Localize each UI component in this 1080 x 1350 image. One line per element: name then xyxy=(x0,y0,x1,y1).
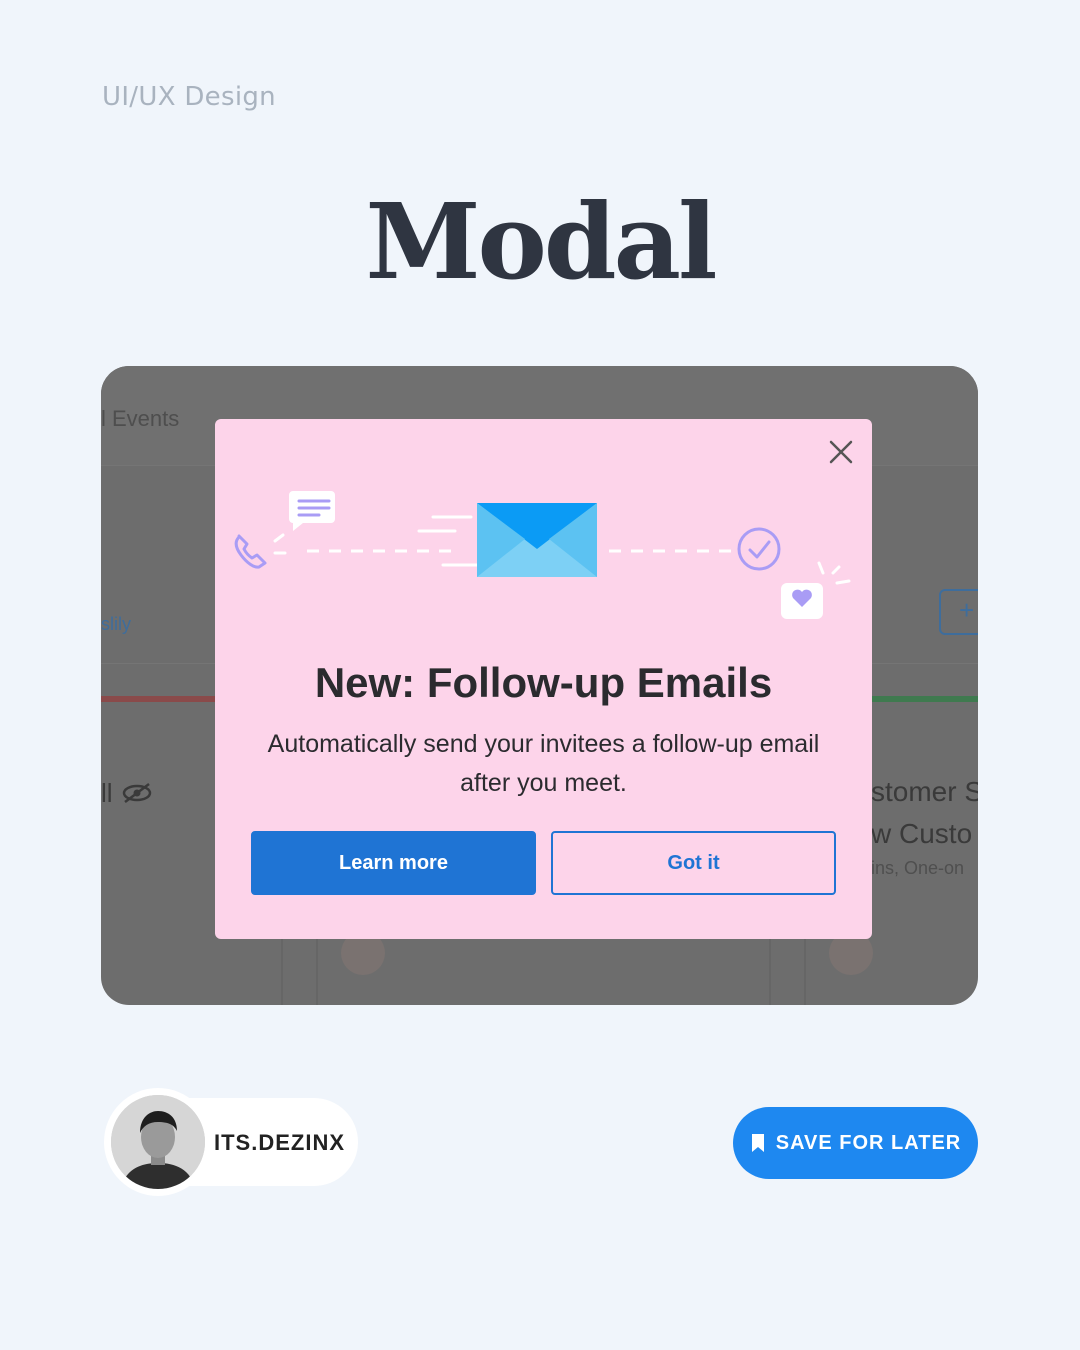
modal-description: Automatically send your invitees a follo… xyxy=(267,730,820,797)
bg-card-meta-right: ins, One-on xyxy=(871,858,965,878)
modal-title: New: Follow-up Emails xyxy=(314,659,773,706)
close-icon[interactable] xyxy=(826,437,856,467)
email-illustration xyxy=(234,491,851,619)
bg-add-button: + xyxy=(939,589,978,635)
learn-more-button[interactable]: Learn more xyxy=(251,831,536,895)
eyebrow-label: UI/UX Design xyxy=(102,82,276,112)
avatar-ring xyxy=(104,1088,212,1196)
heart-bubble-icon xyxy=(781,561,851,619)
hidden-eye-icon xyxy=(122,783,152,803)
person-icon xyxy=(111,1095,205,1189)
chat-bubble-icon xyxy=(289,491,335,531)
page-title: Modal xyxy=(365,180,717,303)
author-badge: ITS.DEZINX xyxy=(104,1088,358,1196)
avatar xyxy=(111,1095,205,1189)
phone-icon xyxy=(234,533,287,569)
bg-card-title-right: stomer S xyxy=(871,776,978,807)
save-for-later-button[interactable]: SAVE FOR LATER xyxy=(733,1107,978,1179)
bg-card-subtitle-right: w Custo xyxy=(871,818,973,849)
bg-events-label: l Events xyxy=(101,406,180,431)
bookmark-icon xyxy=(751,1134,764,1152)
bg-card-title-left: ll xyxy=(101,778,113,808)
author-name: ITS.DEZINX xyxy=(214,1130,346,1155)
check-circle-icon xyxy=(737,527,781,571)
follow-up-modal: New: Follow-up Emails Automatically send… xyxy=(215,419,872,939)
save-for-later-label: SAVE FOR LATER xyxy=(775,1131,962,1154)
envelope-icon xyxy=(477,503,597,577)
bg-link-text: slily xyxy=(101,614,131,634)
got-it-button[interactable]: Got it xyxy=(551,831,836,895)
